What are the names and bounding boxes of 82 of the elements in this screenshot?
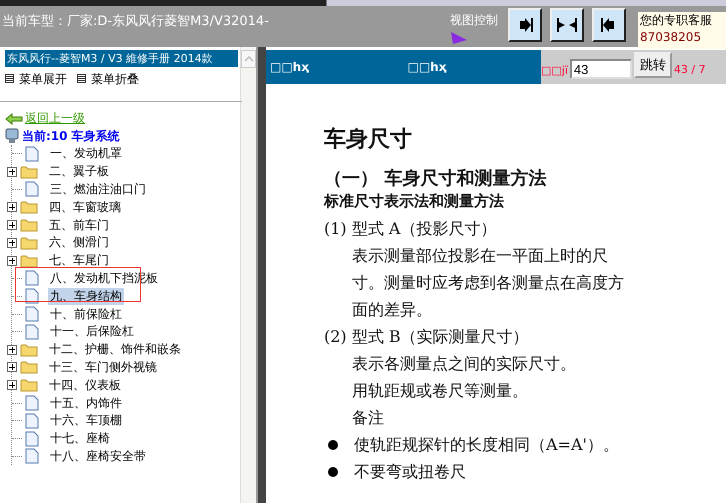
arrows-inward-button[interactable] <box>550 8 584 42</box>
menu-action[interactable]: 菜单折叠 <box>77 71 139 101</box>
current-section: 当前:10 车身系统 <box>22 128 120 144</box>
tree-item[interactable]: 十六、车顶棚 <box>48 412 124 430</box>
splitter[interactable] <box>256 47 266 503</box>
expand-icon[interactable] <box>7 166 17 177</box>
chevron-up-icon <box>244 56 254 62</box>
document-title: 车身尺寸 <box>324 125 413 154</box>
arrow-left-button[interactable] <box>592 8 626 42</box>
bullet-icon <box>328 440 338 450</box>
folder-icon <box>20 236 38 250</box>
tree-item[interactable]: 十七、座椅 <box>48 430 112 448</box>
numbered-item: (1) 型式 A（投影尺寸） <box>324 218 498 240</box>
bullet-text: 不要弯或扭卷尺 <box>354 461 466 483</box>
expand-icon[interactable] <box>7 380 17 390</box>
tree-item[interactable]: 十二、护栅、饰件和嵌条 <box>47 341 183 358</box>
menu-action[interactable]: 菜单展开 <box>5 71 67 101</box>
page-icon <box>25 288 39 304</box>
jump-button[interactable]: 跳转 <box>634 52 672 78</box>
numbered-item: (2) 型式 B（实际测量尺寸） <box>324 326 530 348</box>
folder-icon <box>20 360 38 374</box>
support-phone: 87038205 <box>640 29 702 46</box>
tree-item[interactable]: 十四、仪表板 <box>47 376 123 394</box>
folder-icon <box>20 218 38 232</box>
page-count: 43 / 7 <box>674 63 706 76</box>
folder-icon <box>20 378 38 392</box>
expand-icon[interactable] <box>7 202 17 212</box>
header-text: □□hҳ <box>269 60 310 74</box>
page-icon <box>25 270 39 286</box>
tree-item[interactable]: 一、发动机罩 <box>48 145 124 162</box>
page-icon <box>25 181 39 198</box>
page-label: □□jï <box>541 64 568 77</box>
page-icon <box>25 448 39 464</box>
tree-item[interactable]: 十一、后保险杠 <box>48 323 136 340</box>
expand-icon[interactable] <box>7 220 17 230</box>
subheading: 标准尺寸表示法和测量方法 <box>324 192 505 211</box>
expand-icon[interactable] <box>7 256 17 266</box>
tree-item[interactable]: 六、侧滑门 <box>47 234 111 252</box>
page-input[interactable]: 43 <box>570 59 632 79</box>
tree-item[interactable]: 四、车窗玻璃 <box>47 198 123 216</box>
tree-item[interactable]: 十、前保险杠 <box>48 306 124 323</box>
paragraph: 表示各测量点之间的实际尺寸。 <box>351 353 577 375</box>
folder-icon <box>20 254 38 268</box>
computer-icon <box>5 128 19 144</box>
folder-icon <box>20 200 38 214</box>
vehicle-label: 当前车型：厂家:D-东风风行菱智M3/V32014- <box>2 13 270 30</box>
page-icon <box>25 430 39 447</box>
header-text: □□hҳ <box>406 60 448 74</box>
scrollbar[interactable] <box>240 47 256 503</box>
tree-item[interactable]: 十三、车门侧外视镜 <box>47 358 159 376</box>
folder-icon <box>20 342 38 357</box>
paragraph: 备注 <box>351 407 385 429</box>
tree-item[interactable]: 二、翼子板 <box>47 163 111 180</box>
arrows-inward-icon <box>556 16 578 34</box>
tree-item[interactable]: 七、车尾门 <box>47 252 111 270</box>
page-icon <box>25 306 39 322</box>
expand-icon[interactable] <box>7 344 17 355</box>
page-icon <box>25 146 39 162</box>
back-arrow-icon <box>5 112 23 124</box>
bullet-text: 使轨距规探针的长度相同（A=A'）。 <box>354 434 619 456</box>
back-link[interactable]: 返回上一级 <box>25 110 85 127</box>
tree-item[interactable]: 五、前车门 <box>47 216 111 234</box>
paragraph: 用轨距规或卷尺等测量。 <box>351 380 529 402</box>
tree-item[interactable]: 十五、内饰件 <box>48 394 124 412</box>
support-label: 您的专职客服 <box>640 12 713 29</box>
section-heading: （一） 车身尺寸和测量方法 <box>324 167 548 190</box>
page-icon <box>25 324 39 340</box>
arrow-right-button[interactable] <box>508 8 542 42</box>
page-icon <box>25 395 39 412</box>
bullet-icon <box>328 466 338 476</box>
tree-item[interactable]: 三、燃油注油口门 <box>48 180 148 198</box>
list-icon <box>77 74 86 83</box>
list-icon <box>5 74 14 83</box>
manual-title: 东风风行--菱智M3 / V3 維修手册 2014款 <box>5 50 238 67</box>
folder-icon <box>20 164 38 179</box>
paragraph: 表示测量部位投影在一平面上时的尺寸。测量时应考虑到各测量点在高度方面的差异。 <box>351 245 625 321</box>
triangle-icon <box>450 31 468 45</box>
page-icon <box>25 412 39 429</box>
expand-icon[interactable] <box>7 238 17 248</box>
tree-item[interactable]: 十八、座椅安全带 <box>48 448 148 465</box>
expand-icon[interactable] <box>7 362 17 372</box>
view-control-label: 视图控制 <box>450 12 499 29</box>
